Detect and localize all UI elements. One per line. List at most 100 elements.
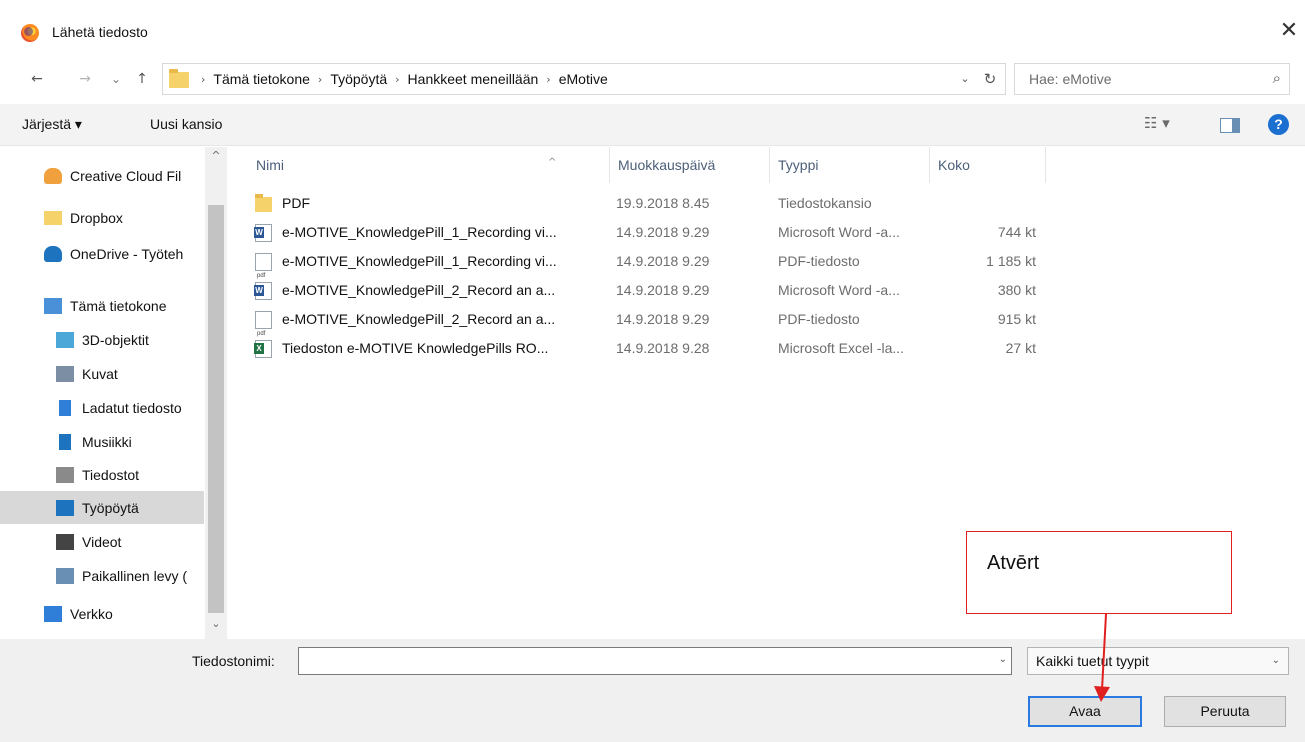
column-header-size[interactable]: Koko [930,147,1046,183]
sidebar-item[interactable]: Musiikki [0,425,204,458]
file-row[interactable]: e-MOTIVE_KnowledgePill_2_Record an a... 1… [230,305,1050,349]
sidebar-item[interactable]: Verkko [0,597,204,630]
sidebar-item[interactable]: Tiedostot [0,458,204,491]
column-header-type[interactable]: Tyyppi [770,147,930,183]
column-header-name[interactable]: Nimi ^ [248,147,610,183]
documents-icon [56,466,74,483]
sidebar-item[interactable]: Dropbox [0,201,204,234]
pdf-file-icon [255,252,272,291]
search-placeholder: Hae: eMotive [1029,71,1112,87]
navigation-scrollbar[interactable]: ^ ⌄ [205,147,227,639]
sidebar-item-label: Ladatut tiedosto [82,399,182,416]
sidebar-item-label: Creative Cloud Fil [70,167,182,184]
file-name: Tiedoston e-MOTIVE KnowledgePills RO... [282,340,549,356]
scroll-thumb[interactable] [208,205,224,613]
file-name-cell: Tiedoston e-MOTIVE KnowledgePills RO... [254,334,549,363]
dialog-footer: Tiedostonimi: ⌄ Kaikki tuetut tyypit ⌄ A… [0,639,1305,742]
sidebar-item-label: Verkko [70,605,113,622]
back-arrow-icon[interactable]: ← [26,66,48,92]
close-icon[interactable]: ✕ [1277,18,1301,44]
video-icon [56,533,74,550]
scroll-up-icon[interactable]: ^ [205,149,227,167]
excel-file-icon [254,339,272,358]
address-bar[interactable]: › Tämä tietokone › Työpöytä › Hankkeet m… [162,63,1006,95]
recent-locations-chevron-icon[interactable]: ⌄ [105,66,127,92]
cancel-button[interactable]: Peruuta [1164,696,1286,727]
file-name: e-MOTIVE_KnowledgePill_1_Recording vi... [282,253,557,269]
sidebar-item[interactable]: Paikallinen levy ( [0,559,204,592]
search-input[interactable]: Hae: eMotive ⌕ [1014,63,1290,95]
file-type-value: Kaikki tuetut tyypit [1036,653,1149,669]
file-type-cell: PDF-tiedosto [778,311,860,327]
annotation-callout: Atvērt [966,531,1232,614]
file-name-cell: PDF [255,189,310,218]
file-row[interactable]: PDF 19.9.2018 8.45 Tiedostokansio [230,189,1050,218]
open-button[interactable]: Avaa [1028,696,1142,727]
filename-input[interactable]: ⌄ [298,647,1012,675]
file-size-cell: 744 kt [997,224,1036,240]
file-date-cell: 14.9.2018 9.29 [616,282,710,298]
file-name: e-MOTIVE_KnowledgePill_1_Recording vi... [282,224,557,240]
sidebar-item[interactable]: Työpöytä [0,491,204,524]
sidebar-item[interactable]: Creative Cloud Fil [0,159,204,192]
file-type-cell: Tiedostokansio [778,195,872,211]
filename-label: Tiedostonimi: [192,653,275,669]
sidebar-item[interactable]: OneDrive - Työteh [0,237,204,270]
forward-arrow-icon[interactable]: → [74,66,96,92]
sidebar-item-label: Videot [82,533,122,550]
refresh-icon[interactable]: ↻ [977,64,1003,94]
file-size-cell [934,189,1036,218]
file-size-cell: 915 kt [997,311,1036,327]
sidebar-item[interactable]: Ladatut tiedosto [0,391,204,424]
window-title: Lähetä tiedosto [52,24,148,40]
file-type-select[interactable]: Kaikki tuetut tyypit ⌄ [1027,647,1289,675]
view-options-icon[interactable]: ☷ ▾ [1144,114,1170,132]
file-type-cell: Microsoft Excel -la... [778,340,905,356]
breadcrumb-item[interactable]: Tämä tietokone [213,71,310,87]
breadcrumb-item[interactable]: eMotive [559,71,608,87]
chevron-down-icon[interactable]: ⌄ [953,64,977,94]
breadcrumb-item[interactable]: Hankkeet meneillään [408,71,539,87]
sidebar-item[interactable]: Videot [0,525,204,558]
desktop-icon [56,499,74,516]
column-header-date[interactable]: Muokkauspäivä [610,147,770,183]
file-name-cell: e-MOTIVE_KnowledgePill_1_Recording vi... [254,218,557,247]
sidebar-item[interactable]: Tämä tietokone [0,289,204,322]
pictures-icon [56,365,74,382]
breadcrumb: › Tämä tietokone › Työpöytä › Hankkeet m… [193,64,608,94]
folder-icon [44,210,62,225]
help-icon[interactable]: ? [1268,114,1289,135]
sidebar-item[interactable]: 3D-objektit [0,323,204,356]
computer-icon [44,297,62,314]
chevron-right-icon[interactable]: › [546,73,550,86]
navigation-row: ← → ⌄ ↑ › Tämä tietokone › Työpöytä › Ha… [0,58,1305,102]
scroll-down-icon[interactable]: ⌄ [205,617,227,635]
file-name-cell: e-MOTIVE_KnowledgePill_2_Record an a... [255,305,555,349]
file-size-cell: 27 kt [1005,340,1036,356]
sidebar-item-label: Tämä tietokone [70,297,167,314]
breadcrumb-item[interactable]: Työpöytä [330,71,387,87]
search-icon[interactable]: ⌕ [1273,69,1281,87]
file-row[interactable]: e-MOTIVE_KnowledgePill_1_Recording vi...… [230,247,1050,291]
chevron-down-icon[interactable]: ⌄ [1272,648,1280,674]
network-icon [44,605,62,622]
up-arrow-icon[interactable]: ↑ [131,66,153,92]
sidebar-item[interactable]: Kuvat [0,357,204,390]
file-size-cell: 380 kt [997,282,1036,298]
annotation-text: Atvērt [987,552,1040,574]
cube-icon [56,331,74,348]
organize-button[interactable]: Järjestä ▾ [22,116,82,133]
preview-pane-icon[interactable] [1220,118,1240,133]
sidebar-item-label: Kuvat [82,365,118,382]
onedrive-icon [44,245,62,262]
new-folder-button[interactable]: Uusi kansio [150,116,222,132]
file-row[interactable]: Tiedoston e-MOTIVE KnowledgePills RO... 1… [230,334,1050,363]
file-date-cell: 19.9.2018 8.45 [616,195,710,211]
sidebar-item-label: Työpöytä [82,499,139,516]
file-row[interactable]: e-MOTIVE_KnowledgePill_1_Recording vi...… [230,218,1050,247]
file-row[interactable]: e-MOTIVE_KnowledgePill_2_Record an a... 1… [230,276,1050,305]
chevron-right-icon[interactable]: › [395,73,399,86]
chevron-right-icon[interactable]: › [318,73,322,86]
chevron-down-icon[interactable]: ⌄ [999,654,1007,665]
file-date-cell: 14.9.2018 9.29 [616,253,710,269]
